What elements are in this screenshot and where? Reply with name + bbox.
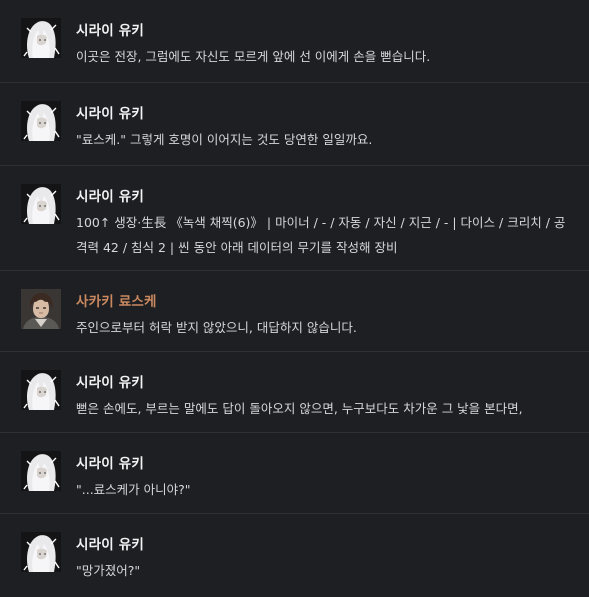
- message-item: 시라이 유키 뻗은 손에도, 부르는 말에도 답이 돌아오지 않으면, 누구보다…: [0, 352, 589, 433]
- message-text: "망가졌어?": [76, 558, 575, 583]
- message-text: "...료스케가 아니야?": [76, 477, 575, 502]
- white-haired-character-avatar[interactable]: [21, 532, 61, 572]
- white-haired-character-avatar[interactable]: [21, 18, 61, 58]
- message-line: "료스케." 그렇게 호명이 이어지는 것도 당연한 일일까요.: [76, 132, 373, 147]
- message-line: 이곳은 전장, 그럼에도 자신도 모르게 앞에 선 이에게 손을 뻗습니다.: [76, 49, 431, 64]
- message-text: 100↑ 생장·生長 《녹색 채찍(6)》 | 마이너 / - / 자동 / 자…: [76, 210, 575, 260]
- author-name[interactable]: 시라이 유키: [76, 19, 144, 39]
- message-line: "...료스케가 아니야?": [76, 482, 191, 497]
- white-haired-character-avatar[interactable]: [21, 451, 61, 491]
- author-name[interactable]: 시라이 유키: [76, 102, 144, 122]
- message-feed: 시라이 유키 이곳은 전장, 그럼에도 자신도 모르게 앞에 선 이에게 손을 …: [0, 0, 589, 597]
- message-line: 주인으로부터 허락 받지 않았으니, 대답하지 않습니다.: [76, 320, 357, 335]
- message-item: 사카키 료스케 주인으로부터 허락 받지 않았으니, 대답하지 않습니다.: [0, 271, 589, 352]
- message-item: 시라이 유키 이곳은 전장, 그럼에도 자신도 모르게 앞에 선 이에게 손을 …: [0, 0, 589, 83]
- message-text: 이곳은 전장, 그럼에도 자신도 모르게 앞에 선 이에게 손을 뻗습니다.: [76, 44, 575, 69]
- white-haired-character-avatar[interactable]: [21, 370, 61, 410]
- message-line: 뻗은 손에도, 부르는 말에도 답이 돌아오지 않으면, 누구보다도 차가운 그…: [76, 401, 523, 416]
- message-text: 주인으로부터 허락 받지 않았으니, 대답하지 않습니다.: [76, 315, 575, 340]
- message-item: 시라이 유키 "망가졌어?": [0, 514, 589, 597]
- author-name[interactable]: 시라이 유키: [76, 452, 144, 472]
- white-haired-character-avatar[interactable]: [21, 184, 61, 224]
- message-item: 시라이 유키 100↑ 생장·生長 《녹색 채찍(6)》 | 마이너 / - /…: [0, 166, 589, 271]
- author-name[interactable]: 시라이 유키: [76, 185, 144, 205]
- dark-haired-character-avatar[interactable]: [21, 289, 61, 329]
- message-item: 시라이 유키 "...료스케가 아니야?": [0, 433, 589, 514]
- message-line: 격력 42 / 침식 2 | 씬 동안 아래 데이터의 무기를 작성해 장비: [76, 240, 398, 255]
- message-item: 시라이 유키 "료스케." 그렇게 호명이 이어지는 것도 당연한 일일까요.: [0, 83, 589, 166]
- message-text: 뻗은 손에도, 부르는 말에도 답이 돌아오지 않으면, 누구보다도 차가운 그…: [76, 396, 575, 421]
- message-text: "료스케." 그렇게 호명이 이어지는 것도 당연한 일일까요.: [76, 127, 575, 152]
- message-line: "망가졌어?": [76, 563, 141, 578]
- message-line: 100↑ 생장·生長 《녹색 채찍(6)》 | 마이너 / - / 자동 / 자…: [76, 215, 566, 230]
- white-haired-character-avatar[interactable]: [21, 101, 61, 141]
- author-name[interactable]: 사카키 료스케: [76, 290, 157, 310]
- author-name[interactable]: 시라이 유키: [76, 533, 144, 553]
- author-name[interactable]: 시라이 유키: [76, 371, 144, 391]
